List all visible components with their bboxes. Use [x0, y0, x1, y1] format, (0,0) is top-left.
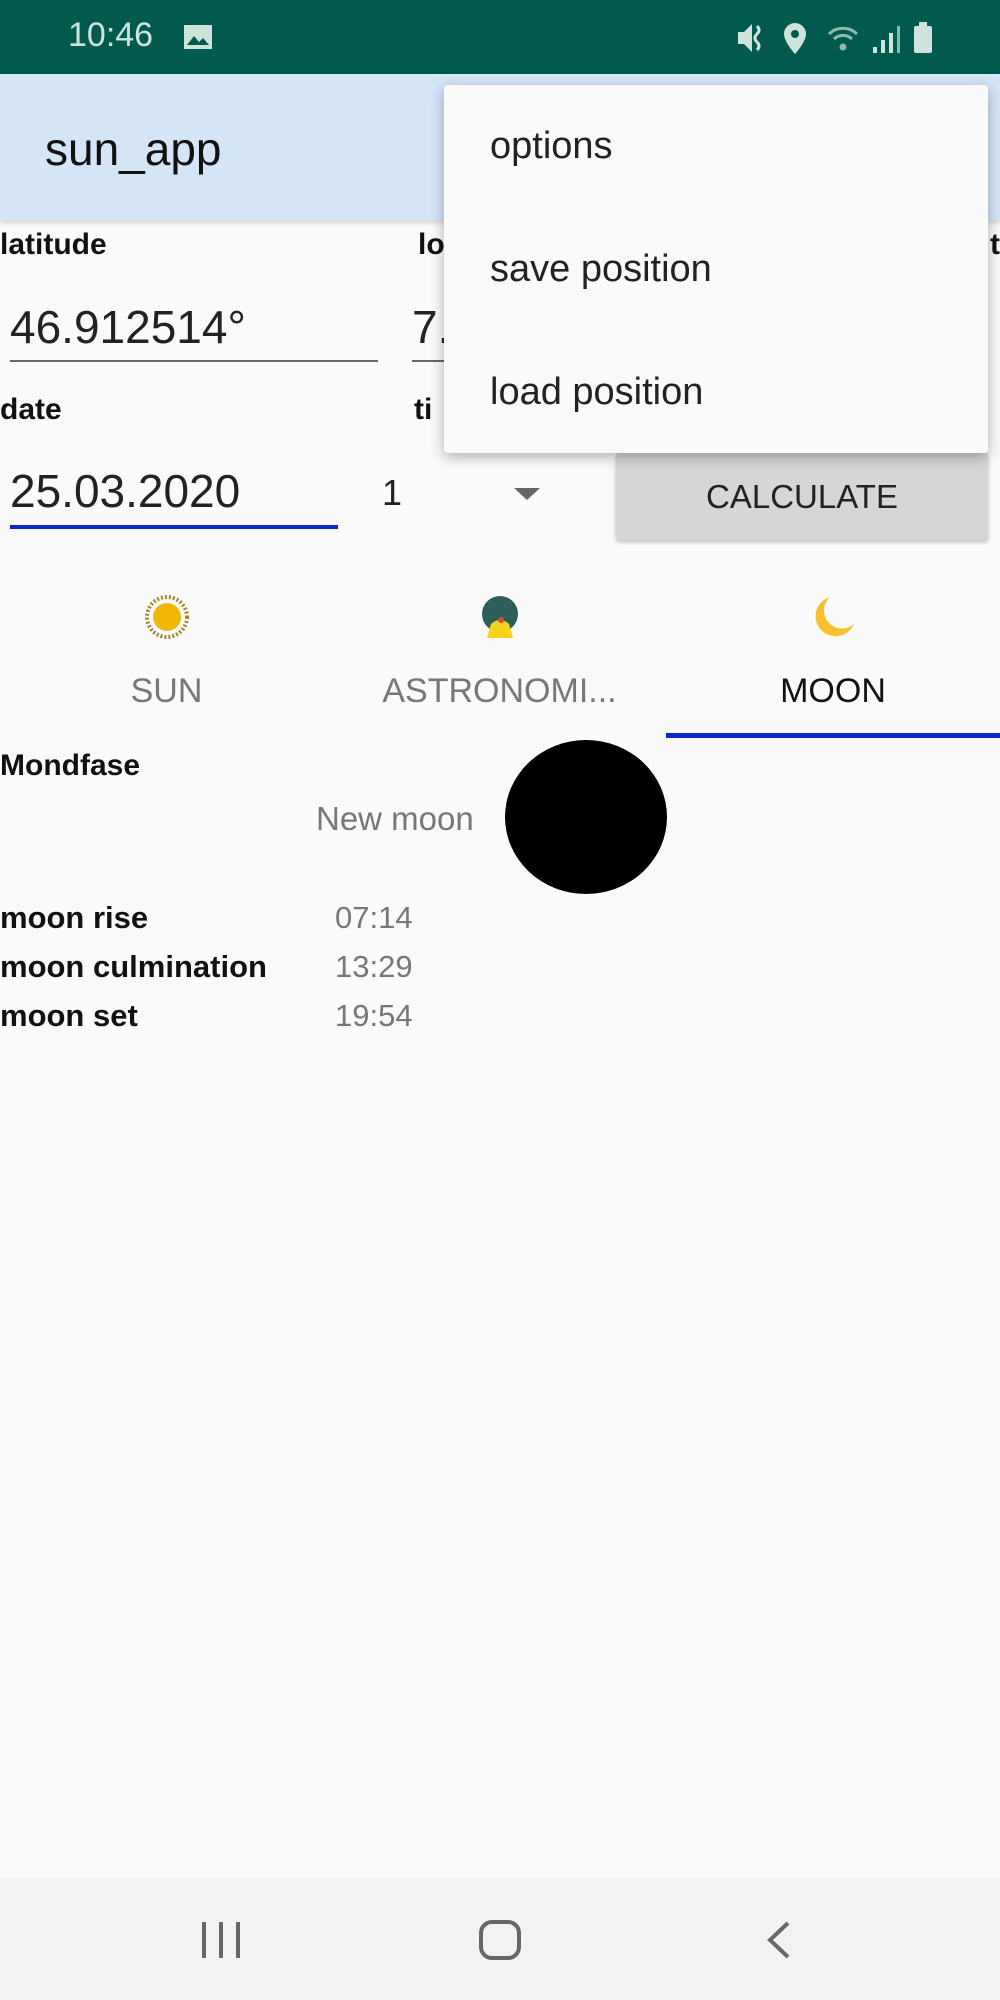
astronomical-icon — [481, 596, 518, 638]
third-label: t — [990, 228, 1000, 261]
location-icon — [784, 23, 806, 54]
home-icon[interactable] — [478, 1919, 522, 1961]
date-underline — [10, 525, 338, 529]
row-value: 13:29 — [335, 949, 413, 984]
row-value: 19:54 — [335, 998, 413, 1033]
menu-item-options[interactable]: options — [490, 125, 613, 168]
longitude-label: lo — [418, 228, 445, 261]
latitude-label: latitude — [0, 228, 107, 261]
battery-icon — [914, 22, 932, 53]
moon-icon — [815, 597, 854, 637]
tab-indicator — [666, 733, 1000, 738]
row-label: moon set — [0, 998, 138, 1033]
clock: 10:46 — [68, 16, 154, 54]
tab-sun[interactable]: SUN — [0, 580, 333, 736]
timezone-select[interactable]: 1 — [382, 472, 402, 514]
date-label: date — [0, 393, 62, 426]
status-icons — [738, 22, 932, 54]
tab-label: MOON — [780, 672, 886, 710]
row-label: moon rise — [0, 900, 149, 935]
app-title: sun_app — [45, 123, 222, 175]
tab-moon[interactable]: MOON — [666, 580, 1000, 736]
latitude-input[interactable]: 46.912514° — [10, 300, 246, 354]
moon-phase-graphic — [505, 740, 667, 894]
time-label: ti — [414, 393, 433, 426]
row-value: 07:14 — [335, 900, 413, 935]
moon-phase-value: New moon — [316, 800, 474, 837]
moon-phase-label: Mondfase — [0, 749, 141, 782]
row-label: moon culmination — [0, 949, 267, 984]
tab-label: SUN — [130, 672, 203, 710]
latitude-underline — [10, 360, 378, 362]
tab-astronomical[interactable]: ASTRONOMI... — [333, 580, 666, 736]
mute-vibrate-icon — [738, 24, 761, 52]
overflow-menu: options save position load position — [444, 85, 988, 453]
recent-apps-icon[interactable] — [200, 1920, 242, 1960]
menu-item-save-position[interactable]: save position — [490, 248, 712, 291]
date-input[interactable]: 25.03.2020 — [10, 464, 240, 518]
dropdown-arrow-icon[interactable] — [512, 486, 542, 502]
wifi-icon — [827, 26, 859, 51]
image-icon — [184, 25, 212, 49]
sun-icon — [144, 595, 189, 639]
navigation-bar — [0, 1878, 1000, 2000]
signal-icon — [873, 26, 900, 53]
status-bar: 10:46 — [0, 0, 1000, 74]
calculate-button[interactable]: CALCULATE — [616, 453, 988, 540]
menu-item-load-position[interactable]: load position — [490, 371, 703, 414]
tab-label: ASTRONOMI... — [382, 672, 617, 710]
back-icon[interactable] — [764, 1920, 794, 1960]
